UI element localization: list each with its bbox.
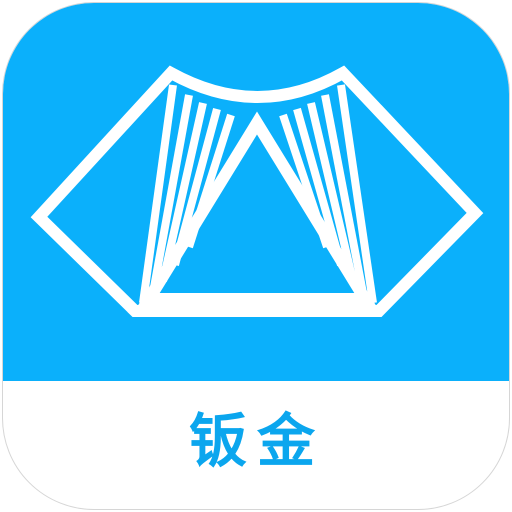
app-label: 钣金: [188, 407, 325, 475]
sheet-metal-fold-icon: [30, 65, 484, 317]
icon-artwork-area: [3, 3, 509, 381]
app-icon[interactable]: 钣金: [2, 2, 510, 510]
